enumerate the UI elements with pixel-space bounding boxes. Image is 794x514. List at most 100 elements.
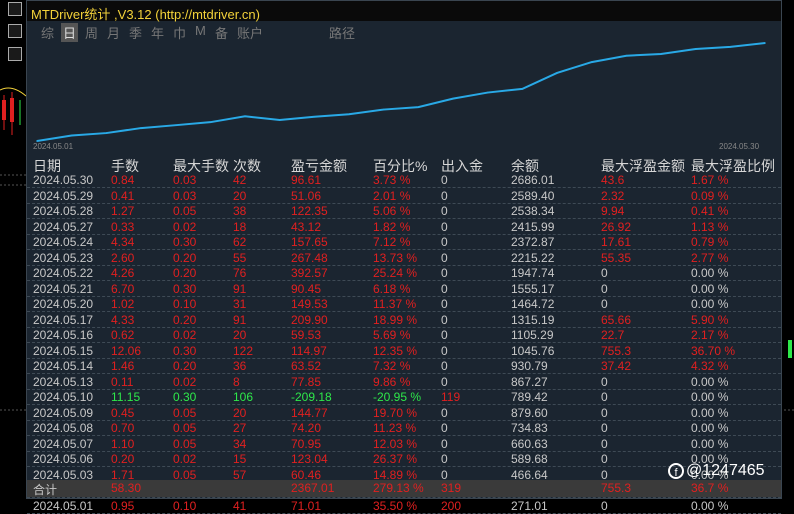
- cell-lots: 0.45: [111, 405, 135, 420]
- cell-cashflow: 0: [441, 405, 448, 420]
- chart-end-date: 2024.05.30: [719, 142, 760, 151]
- total-cashflow: 319: [441, 481, 462, 495]
- table-row: 2024.05.27 0.33 0.02 18 43.12 1.82 % 0 2415.99 2…: [27, 220, 781, 235]
- cell-pnl: 59.53: [291, 328, 322, 342]
- cell-pnl: 114.97: [291, 343, 327, 358]
- cell-lots: 0.20: [111, 452, 135, 466]
- cell-cashflow: 0: [441, 359, 448, 373]
- cell-max-float-pct: 0.79 %: [691, 235, 729, 249]
- cell-cashflow: 0: [441, 421, 448, 435]
- cell-max-lots: 0.05: [173, 436, 197, 451]
- cell-balance: 879.60: [511, 405, 548, 420]
- tab-weekly[interactable]: 周: [85, 23, 98, 42]
- cell-max-lots: 0.03: [173, 188, 197, 203]
- cell-percent: -20.95 %: [373, 390, 422, 404]
- cell-count: 15: [233, 452, 247, 466]
- cell-cashflow: 0: [441, 374, 448, 389]
- cell-count: 20: [233, 405, 247, 420]
- cell-max-float: 0: [601, 421, 608, 435]
- cell-date: 2024.05.14: [33, 359, 94, 373]
- cell-date: 2024.05.13: [33, 374, 94, 389]
- balance-point: [348, 113, 350, 116]
- cell-max-float-pct: 0.00 %: [691, 421, 729, 435]
- cell-date: 2024.05.10: [33, 390, 94, 404]
- balance-point: [174, 124, 177, 126]
- title-bar[interactable]: MTDriver统计 ,V3.12 (http://mtdriver.cn): [27, 1, 781, 22]
- tab-monthly[interactable]: 月: [107, 23, 120, 42]
- cell-count: 41: [233, 498, 247, 513]
- cell-count: 27: [233, 421, 247, 435]
- cell-lots: 6.70: [111, 281, 135, 296]
- tab-path[interactable]: 路径: [329, 23, 355, 42]
- balance-point: [590, 61, 593, 63]
- tab-daily[interactable]: 日: [61, 23, 79, 42]
- cell-percent: 25.24 %: [373, 266, 418, 280]
- cell-max-lots: 0.30: [173, 235, 197, 249]
- collapse-icon[interactable]: [8, 47, 22, 61]
- tab-quarterly[interactable]: 季: [129, 23, 142, 42]
- watermark-logo-icon: f: [668, 462, 684, 479]
- cell-cashflow: 0: [441, 219, 448, 234]
- cell-max-float-pct: 0.09 %: [691, 188, 729, 203]
- tab-notes[interactable]: 备: [215, 23, 228, 42]
- table-row: 2024.05.17 4.33 0.20 91 209.90 18.99 % 0 1315.1…: [27, 313, 781, 328]
- tab-summary[interactable]: 综: [41, 23, 54, 42]
- cell-max-lots: 0.20: [173, 266, 197, 280]
- cell-date: 2024.05.29: [33, 188, 94, 203]
- tab-yearly[interactable]: 年: [151, 23, 164, 42]
- table-row: 2024.05.28 1.27 0.05 38 122.35 5.06 % 0 2538.34…: [27, 204, 781, 219]
- cell-cashflow: 200: [441, 498, 462, 513]
- cell-balance: 1464.72: [511, 297, 555, 311]
- window-icon[interactable]: [8, 2, 22, 16]
- table-row: 2024.05.09 0.45 0.05 20 144.77 19.70 % 0 879.60…: [27, 406, 781, 421]
- cell-date: 2024.05.08: [33, 421, 94, 435]
- tab-account[interactable]: 账户: [237, 23, 263, 42]
- total-pnl: 2367.01: [291, 481, 335, 495]
- cell-count: 91: [233, 281, 247, 296]
- cell-lots: 4.26: [111, 266, 135, 280]
- cell-count: 42: [233, 173, 247, 187]
- balance-point: [140, 127, 142, 129]
- cell-max-float-pct: 2.17 %: [691, 328, 729, 342]
- cell-max-float: 0: [601, 390, 608, 404]
- table-row: 2024.05.15 12.06 0.30 122 114.97 12.35 % 0 1045…: [27, 344, 781, 359]
- cell-date: 2024.05.16: [33, 328, 94, 342]
- cell-pnl: 392.57: [291, 266, 328, 280]
- total-max-float-pct: 36.7 %: [691, 481, 729, 495]
- cell-lots: 0.62: [111, 328, 135, 342]
- cell-max-float: 55.35: [601, 250, 632, 265]
- cell-lots: 0.41: [111, 188, 135, 203]
- cell-balance: 2686.01: [511, 173, 555, 187]
- cell-max-float-pct: 0.00 %: [691, 390, 729, 404]
- table-row: 2024.05.10 11.15 0.30 106 -209.18 -20.95 % 119…: [27, 390, 781, 405]
- cell-lots: 0.33: [111, 219, 135, 234]
- cell-max-float-pct: 0.00 %: [691, 498, 729, 513]
- tab-currency[interactable]: 巾: [173, 23, 186, 42]
- table-row: 2024.05.29 0.41 0.03 20 51.06 2.01 % 0 2589.40 2…: [27, 189, 781, 204]
- cell-balance: 1947.74: [511, 266, 555, 280]
- cell-percent: 5.06 %: [373, 204, 411, 218]
- cell-date: 2024.05.01: [33, 498, 94, 513]
- cell-lots: 1.46: [111, 359, 135, 373]
- cell-max-float: 22.7: [601, 328, 625, 342]
- cell-date: 2024.05.23: [33, 250, 94, 265]
- balance-point: [625, 54, 628, 57]
- table-row: 2024.05.30 0.84 0.03 42 96.61 3.73 % 0 2686.01 4…: [27, 173, 781, 188]
- cell-lots: 1.02: [111, 297, 135, 311]
- cell-max-float: 9.94: [601, 204, 625, 218]
- settings-icon[interactable]: [8, 24, 22, 38]
- cell-balance: 1045.76: [511, 343, 555, 358]
- cell-cashflow: 0: [441, 188, 448, 203]
- cell-pnl: 209.90: [291, 312, 328, 327]
- cell-pnl: 90.45: [291, 281, 322, 296]
- balance-point: [105, 132, 108, 134]
- tab-magic[interactable]: M: [195, 23, 206, 38]
- cell-count: 62: [233, 235, 247, 249]
- cell-max-float-pct: 0.00 %: [691, 405, 729, 420]
- cell-balance: 2372.87: [511, 235, 555, 249]
- balance-point: [694, 48, 697, 50]
- row-separator: [27, 512, 781, 514]
- cell-count: 18: [233, 219, 247, 234]
- cell-percent: 9.86 %: [373, 374, 411, 389]
- period-tabs: 综 日 周 月 季 年 巾 M 备 账户 路径: [27, 23, 781, 43]
